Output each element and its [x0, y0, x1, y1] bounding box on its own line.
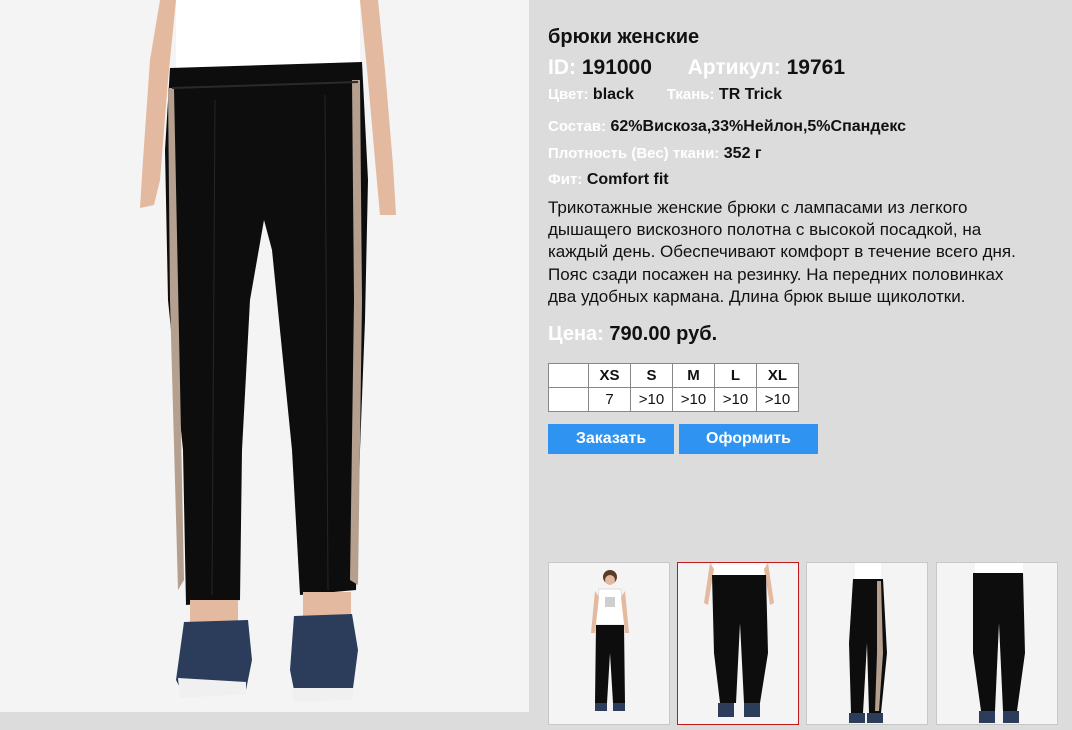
price-label: Цена:: [548, 323, 604, 345]
thumbnail-full-body[interactable]: [548, 562, 670, 725]
order-button[interactable]: Заказать: [548, 424, 674, 454]
size-stock-xl: >10: [756, 387, 799, 412]
density-value: 352 г: [723, 145, 762, 162]
size-header-row: XS S M L XL: [548, 363, 799, 388]
checkout-button[interactable]: Оформить: [679, 424, 818, 454]
fabric-label: Ткань:: [666, 86, 715, 103]
id-article-line: ID: 191000 Артикул: 19761: [548, 56, 845, 80]
price-value: 790.00 руб.: [609, 323, 718, 345]
composition-line: Состав: 62%Вискоза,33%Нейлон,5%Спандекс: [548, 118, 906, 136]
article-value: 19761: [786, 56, 846, 79]
size-header-l[interactable]: L: [714, 363, 757, 388]
size-header-blank: [548, 363, 589, 388]
size-stock-xs: 7: [588, 387, 631, 412]
size-header-s[interactable]: S: [630, 363, 673, 388]
size-header-xl[interactable]: XL: [756, 363, 799, 388]
thumbnail-side[interactable]: [806, 562, 928, 725]
fit-label: Фит:: [548, 171, 583, 188]
fabric-value: TR Trick: [718, 86, 783, 103]
composition-value: 62%Вискоза,33%Нейлон,5%Спандекс: [610, 118, 907, 135]
article-label: Артикул:: [687, 56, 781, 79]
size-stock-m: >10: [672, 387, 715, 412]
size-header-xs[interactable]: XS: [588, 363, 631, 388]
composition-label: Состав:: [548, 118, 607, 135]
color-fabric-line: Цвет: black Ткань: TR Trick: [548, 86, 782, 104]
main-product-photo: [0, 0, 529, 712]
color-value: black: [592, 86, 634, 103]
fit-line: Фит: Comfort fit: [548, 171, 669, 189]
thumbnail-front[interactable]: [677, 562, 799, 725]
price-line: Цена: 790.00 руб.: [548, 323, 717, 346]
product-title: брюки женские: [548, 26, 700, 48]
id-value: 191000: [581, 56, 652, 79]
density-line: Плотность (Вес) ткани: 352 г: [548, 145, 762, 163]
size-stock-l: >10: [714, 387, 757, 412]
thumbnail-back[interactable]: [936, 562, 1058, 725]
product-description: Трикотажные женские брюки с лампасами из…: [548, 198, 1016, 306]
density-label: Плотность (Вес) ткани:: [548, 145, 720, 162]
fit-value: Comfort fit: [586, 171, 669, 188]
color-label: Цвет:: [548, 86, 589, 103]
size-table: XS S M L XL 7 >10 >10 >10 >10: [548, 363, 799, 412]
id-label: ID:: [548, 56, 576, 79]
size-stock-row: 7 >10 >10 >10 >10: [548, 387, 799, 412]
size-stock-s: >10: [630, 387, 673, 412]
size-header-m[interactable]: M: [672, 363, 715, 388]
size-stock-blank: [548, 387, 589, 412]
